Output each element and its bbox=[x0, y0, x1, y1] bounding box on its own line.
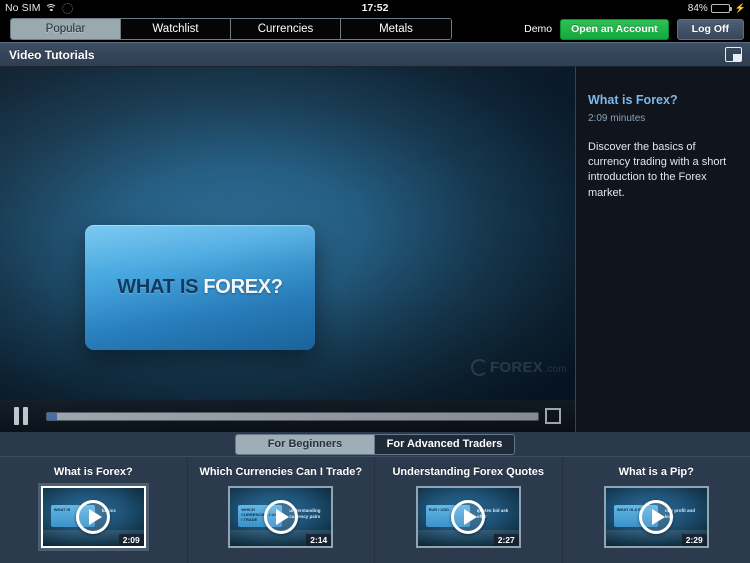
picture-in-picture-icon[interactable] bbox=[725, 47, 742, 62]
progress-bar[interactable] bbox=[46, 411, 539, 421]
thumbnail-title: Understanding Forex Quotes bbox=[392, 466, 545, 478]
thumbnail-frame[interactable]: WHICH CURRENCIES CAN I TRADE understandi… bbox=[228, 486, 334, 548]
thumbnail-duration: 2:14 bbox=[306, 534, 332, 546]
main-content: WHAT IS FOREX? FOREX .com What is Forex?… bbox=[0, 67, 750, 432]
thumbnail-title: What is a Pip? bbox=[618, 466, 694, 478]
thumbnail-title: What is Forex? bbox=[53, 466, 133, 478]
thumbnail-item-which-currencies[interactable]: Which Currencies Can I Trade? WHICH CURR… bbox=[188, 457, 375, 563]
thumbnail-item-understanding-forex-quotes[interactable]: Understanding Forex Quotes EUR / USD quo… bbox=[375, 457, 563, 563]
thumbnail-frame[interactable]: EUR / USD quotes bid ask offer 2:27 bbox=[415, 486, 521, 548]
tab-currencies[interactable]: Currencies bbox=[231, 19, 341, 39]
thumbnail-frame[interactable]: WHAT IS A PIP rate profit and loss 2:29 bbox=[603, 486, 709, 548]
video-info-title: What is Forex? bbox=[588, 93, 678, 107]
video-info-description: Discover the basics of currency trading … bbox=[588, 141, 727, 199]
tab-for-beginners[interactable]: For Beginners bbox=[236, 434, 375, 454]
video-title-card-text: WHAT IS FOREX? bbox=[117, 276, 283, 299]
thumbnail-item-what-is-forex[interactable]: What is Forex? WHAT IS basics 2:09 bbox=[0, 457, 188, 563]
battery-percent-label: 84% bbox=[687, 2, 708, 14]
tab-for-advanced-traders[interactable]: For Advanced Traders bbox=[375, 434, 514, 454]
status-bar: No SIM 17:52 84% ⚡ bbox=[0, 0, 750, 16]
category-tabs[interactable]: For Beginners For Advanced Traders bbox=[235, 433, 515, 455]
thumbnail-frame[interactable]: WHAT IS basics 2:09 bbox=[40, 486, 146, 548]
pause-icon[interactable] bbox=[14, 407, 42, 425]
page-title-bar: Video Tutorials bbox=[0, 42, 750, 67]
thumbnail-item-what-is-a-pip[interactable]: What is a Pip? WHAT IS A PIP rate profit… bbox=[563, 457, 750, 563]
video-info-duration: 2:09 minutes bbox=[588, 113, 646, 124]
forex-watermark: FOREX .com bbox=[470, 359, 567, 376]
play-icon[interactable] bbox=[263, 500, 298, 534]
progress-bar-played bbox=[47, 412, 57, 420]
thumbnail-title: Which Currencies Can I Trade? bbox=[199, 466, 363, 478]
watermark-swoosh-icon bbox=[470, 359, 488, 376]
status-bar-time: 17:52 bbox=[361, 2, 389, 14]
video-info-panel: What is Forex? 2:09 minutes Discover the… bbox=[575, 67, 750, 432]
status-bar-right: 84% ⚡ bbox=[688, 3, 746, 14]
thumbnail-duration: 2:09 bbox=[118, 534, 144, 546]
nav-bar-right: Demo Open an Account Log Off bbox=[524, 18, 744, 40]
title-card-light-text: FOREX? bbox=[203, 276, 283, 298]
thumbnail-duration: 2:29 bbox=[681, 534, 707, 546]
charging-bolt-icon: ⚡ bbox=[734, 2, 746, 13]
fullscreen-icon[interactable] bbox=[545, 408, 561, 424]
log-off-button[interactable]: Log Off bbox=[676, 18, 744, 40]
nav-bar: Popular Watchlist Currencies Metals Demo… bbox=[0, 16, 750, 42]
tab-metals[interactable]: Metals bbox=[341, 19, 451, 39]
title-card-dark-text: WHAT IS bbox=[117, 276, 204, 298]
category-bar: For Beginners For Advanced Traders bbox=[0, 432, 750, 456]
video-title-card: WHAT IS FOREX? bbox=[85, 225, 315, 350]
player-controls bbox=[0, 400, 575, 432]
open-account-button[interactable]: Open an Account bbox=[560, 18, 669, 40]
watermark-suffix: .com bbox=[544, 364, 567, 375]
play-icon[interactable] bbox=[639, 500, 674, 534]
video-player[interactable]: WHAT IS FOREX? FOREX .com bbox=[0, 67, 575, 432]
app-window: No SIM 17:52 84% ⚡ Popular Watchlist Cur… bbox=[0, 0, 750, 563]
battery-icon bbox=[710, 3, 732, 13]
thumbnail-duration: 2:27 bbox=[493, 534, 519, 546]
play-icon[interactable] bbox=[451, 500, 486, 534]
play-icon[interactable] bbox=[76, 500, 111, 534]
tab-watchlist[interactable]: Watchlist bbox=[121, 19, 231, 39]
video-thumbnail-strip: What is Forex? WHAT IS basics 2:09 Which… bbox=[0, 456, 750, 563]
tab-popular[interactable]: Popular bbox=[11, 19, 121, 39]
demo-label: Demo bbox=[524, 23, 553, 35]
page-title: Video Tutorials bbox=[9, 47, 95, 62]
market-tabs[interactable]: Popular Watchlist Currencies Metals bbox=[10, 18, 452, 40]
watermark-brand: FOREX bbox=[489, 359, 544, 376]
